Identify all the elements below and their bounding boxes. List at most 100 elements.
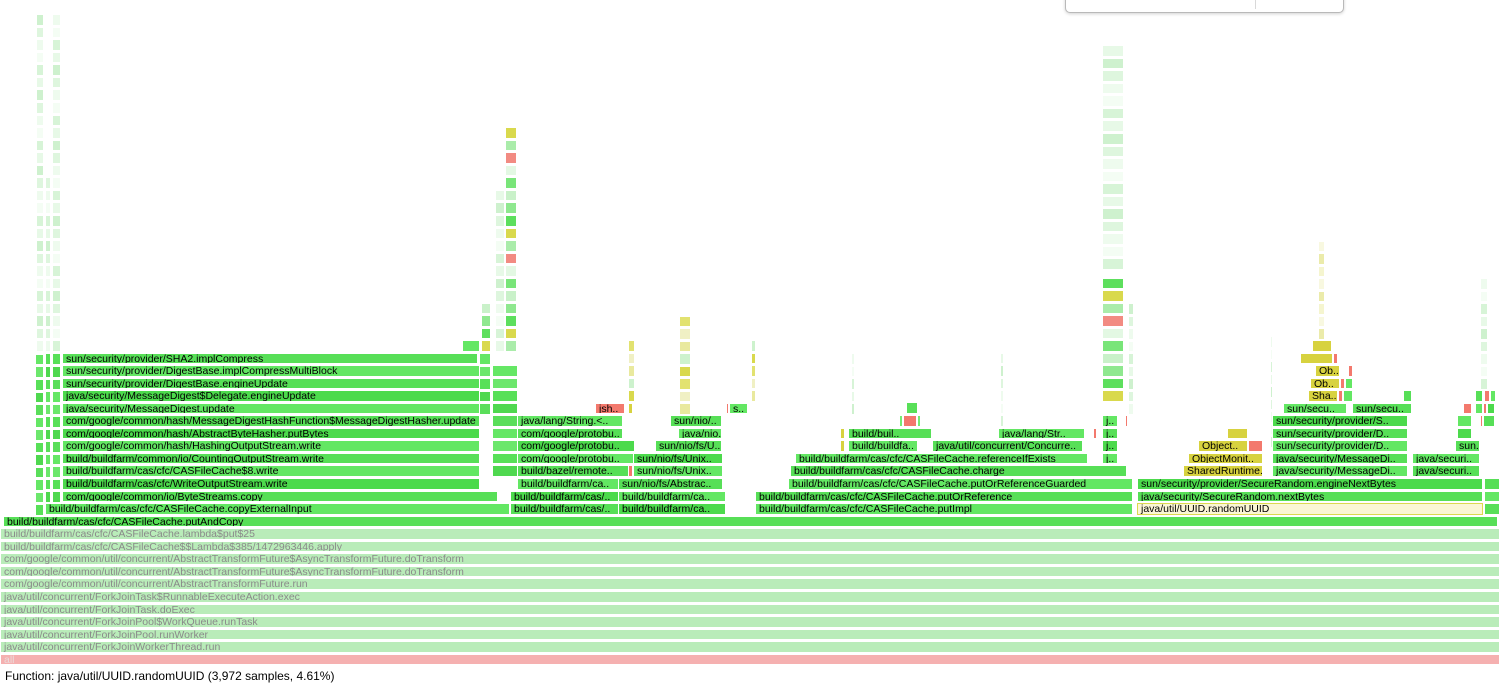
flame-cell[interactable] xyxy=(1248,440,1263,452)
flame-frame[interactable]: com/google/common/hash/AbstractByteHashe… xyxy=(62,427,480,440)
flame-cell[interactable] xyxy=(1343,390,1353,402)
flame-frame[interactable]: build/bazel/remote.. xyxy=(517,465,635,478)
flame-cell[interactable] xyxy=(1128,303,1134,315)
flame-cell[interactable] xyxy=(36,340,44,353)
flame-cell[interactable] xyxy=(492,365,518,377)
flame-cell[interactable] xyxy=(52,391,61,403)
flame-cell[interactable] xyxy=(1318,278,1325,290)
flame-cell[interactable] xyxy=(45,391,51,403)
flame-frame[interactable]: Ob.. xyxy=(1310,377,1340,390)
flame-cell[interactable] xyxy=(751,377,756,390)
browser-find-bar[interactable] xyxy=(1065,0,1344,13)
flame-frame[interactable]: java/lang/Str.. xyxy=(998,427,1085,440)
flame-cell[interactable] xyxy=(52,353,61,365)
flame-cell[interactable] xyxy=(36,152,44,164)
flame-frame[interactable]: com/google/common/util/concurrent/Abstra… xyxy=(0,553,1500,565)
flame-cell[interactable] xyxy=(679,365,691,378)
flame-cell[interactable] xyxy=(1000,365,1004,377)
flame-cell[interactable] xyxy=(1484,478,1500,490)
flame-cell[interactable] xyxy=(36,139,44,152)
flame-frame[interactable]: java/util/UUID.randomUUID xyxy=(1137,503,1483,515)
flame-cell[interactable] xyxy=(52,265,61,277)
flame-cell[interactable] xyxy=(1480,278,1488,290)
flame-cell[interactable] xyxy=(45,466,51,478)
flame-cell[interactable] xyxy=(45,315,51,327)
flame-cell[interactable] xyxy=(1480,303,1488,315)
flame-cell[interactable] xyxy=(45,340,51,353)
flame-cell[interactable] xyxy=(628,365,635,377)
flame-cell[interactable] xyxy=(505,340,517,353)
flame-cell[interactable] xyxy=(35,441,44,454)
flame-cell[interactable] xyxy=(505,227,517,240)
flame-cell[interactable] xyxy=(52,51,61,64)
flame-frame[interactable]: build/buildfarm/cas/cfc/CASFileCache.ref… xyxy=(795,452,1088,465)
flame-frame[interactable]: j.. xyxy=(1102,452,1118,465)
flame-cell[interactable] xyxy=(751,365,756,377)
flame-cell[interactable] xyxy=(1102,390,1124,403)
flame-frame[interactable]: com/google/common/hash/MessageDigestHash… xyxy=(62,415,480,427)
flame-frame[interactable]: java/util/concurrent/ForkJoinPool$WorkQu… xyxy=(0,616,1500,628)
flame-cell[interactable] xyxy=(505,177,517,189)
flame-frame[interactable]: build/buildfarm/cas/cfc/CASFileCache$8.w… xyxy=(62,465,480,478)
flame-cell[interactable] xyxy=(505,265,517,277)
flame-cell[interactable] xyxy=(1102,258,1124,271)
flame-cell[interactable] xyxy=(45,453,51,466)
flame-cell[interactable] xyxy=(1102,377,1124,390)
flame-cell[interactable] xyxy=(1348,365,1353,377)
flame-frame[interactable]: com/google/common/hash/HashingOutputStre… xyxy=(62,440,480,452)
flame-cell[interactable] xyxy=(851,390,855,403)
flame-cell[interactable] xyxy=(851,378,855,390)
flame-cell[interactable] xyxy=(1102,107,1124,120)
flame-cell[interactable] xyxy=(1227,427,1248,440)
flame-frame[interactable]: java/util/concurrent/ForkJoinTask$Runnab… xyxy=(0,590,1500,603)
flame-cell[interactable] xyxy=(1403,390,1412,402)
flame-cell[interactable] xyxy=(1487,402,1495,415)
flame-cell[interactable] xyxy=(479,353,491,365)
flame-frame[interactable]: build/buil.. xyxy=(848,427,932,440)
flame-cell[interactable] xyxy=(679,390,691,403)
flame-frame[interactable]: sun/secu.. xyxy=(1283,402,1347,415)
flame-cell[interactable] xyxy=(36,302,44,315)
flame-cell[interactable] xyxy=(36,39,44,51)
flame-cell[interactable] xyxy=(35,416,44,429)
flame-cell[interactable] xyxy=(45,428,51,441)
flame-cell[interactable] xyxy=(1480,315,1488,328)
flame-cell[interactable] xyxy=(1318,328,1325,341)
flame-cell[interactable] xyxy=(505,139,517,152)
flame-cell[interactable] xyxy=(628,352,635,365)
flame-cell[interactable] xyxy=(52,340,61,353)
flame-frame[interactable]: com/google/common/util/concurrent/Abstra… xyxy=(0,578,1500,590)
flame-cell[interactable] xyxy=(1102,352,1124,365)
flame-frame[interactable]: java/util/concurrent/Concurre.. xyxy=(932,440,1083,452)
flame-cell[interactable] xyxy=(36,89,44,102)
flame-frame[interactable]: build/buildfarm/cas/cfc/CASFileCache$$La… xyxy=(0,540,1500,553)
flame-cell[interactable] xyxy=(52,39,61,51)
flame-cell[interactable] xyxy=(840,440,845,452)
flame-cell[interactable] xyxy=(52,416,61,428)
flame-cell[interactable] xyxy=(1270,336,1273,348)
flame-cell[interactable] xyxy=(52,252,61,265)
flame-cell[interactable] xyxy=(679,315,691,328)
flame-cell[interactable] xyxy=(45,177,51,189)
flame-frame[interactable]: sun/security/provider/D.. xyxy=(1272,427,1408,440)
flame-frame[interactable]: sun/security/provider/SecureRandom.engin… xyxy=(1137,478,1483,490)
flame-cell[interactable] xyxy=(1128,353,1134,365)
flame-cell[interactable] xyxy=(679,353,691,365)
flame-cell[interactable] xyxy=(495,189,505,202)
flame-cell[interactable] xyxy=(36,227,44,240)
flame-cell[interactable] xyxy=(52,365,61,378)
flame-cell[interactable] xyxy=(1484,503,1500,515)
flame-cell[interactable] xyxy=(679,328,691,340)
flame-cell[interactable] xyxy=(505,164,517,177)
flame-cell[interactable] xyxy=(52,189,61,202)
flame-cell[interactable] xyxy=(45,202,51,214)
flame-cell[interactable] xyxy=(481,327,491,340)
flame-frame[interactable]: all xyxy=(0,653,1500,666)
flame-cell[interactable] xyxy=(481,340,491,353)
flame-frame[interactable]: build/buildfarm/common/io/CountingOutput… xyxy=(62,452,480,465)
flame-cell[interactable] xyxy=(1000,377,1004,390)
flame-frame[interactable]: Ob.. xyxy=(1315,365,1340,377)
flame-frame[interactable]: java/util/concurrent/ForkJoinTask.doExec xyxy=(0,603,1500,616)
flame-cell[interactable] xyxy=(1102,82,1124,95)
flame-cell[interactable] xyxy=(1318,240,1325,253)
